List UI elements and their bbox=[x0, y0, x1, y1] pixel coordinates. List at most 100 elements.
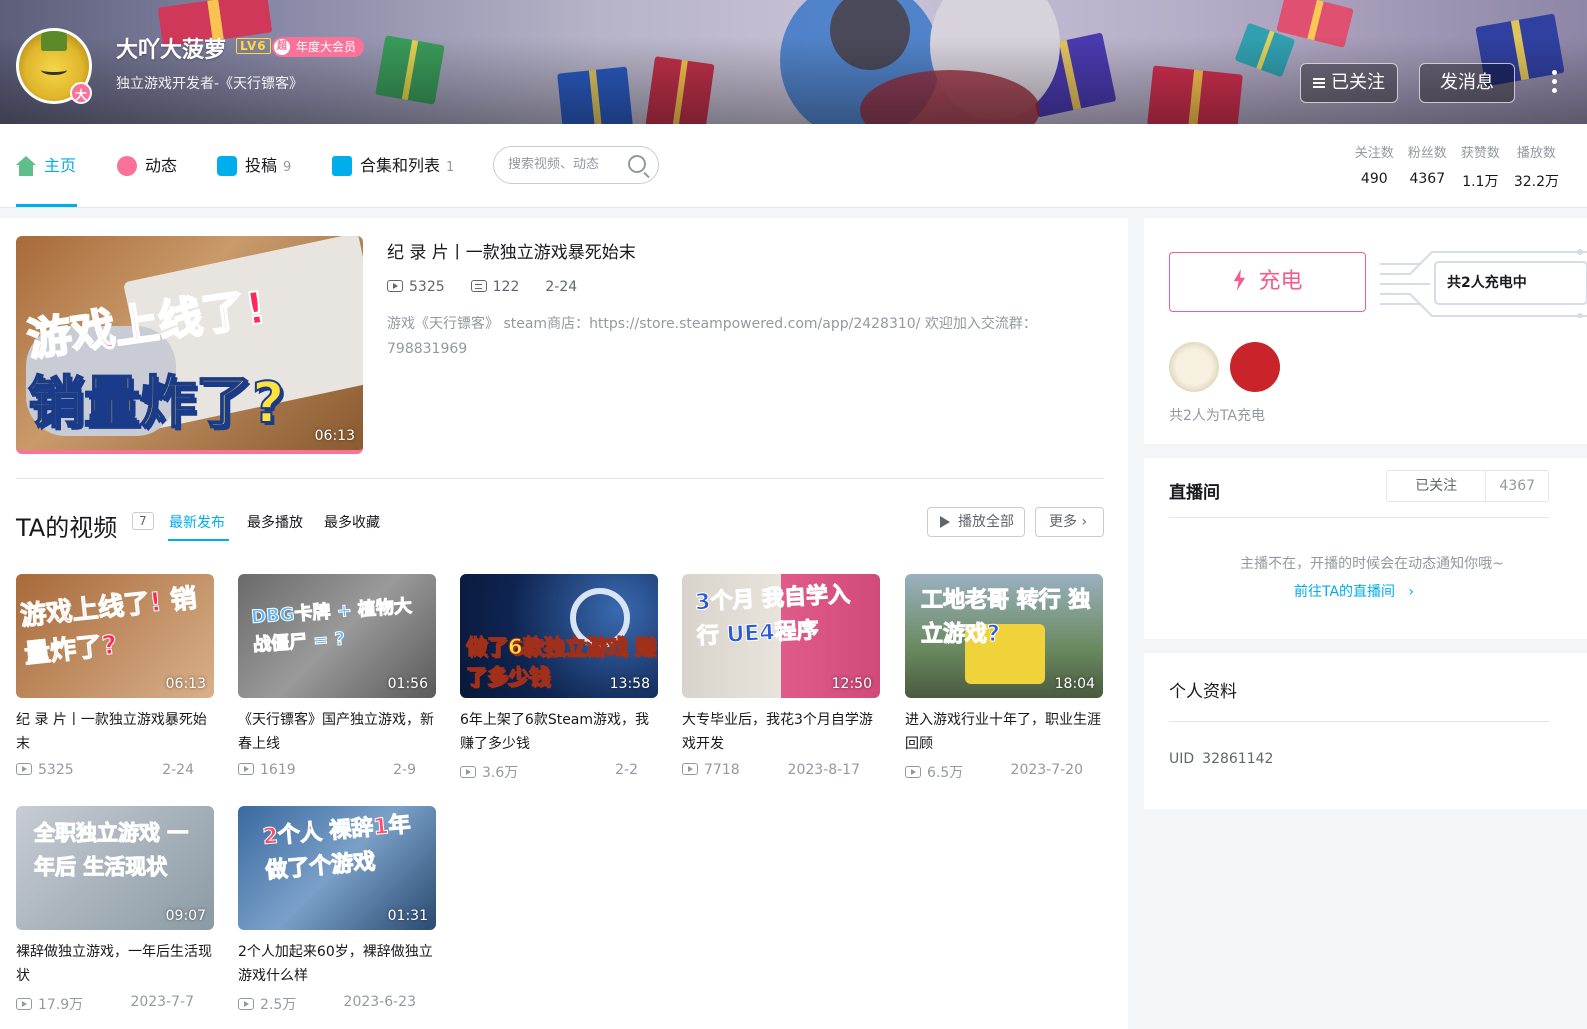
videos-section-title: TA的视频 bbox=[16, 514, 118, 542]
tab-uploads[interactable]: 投稿 9 bbox=[217, 154, 291, 178]
search-box[interactable] bbox=[493, 146, 659, 184]
sort-latest[interactable]: 最新发布 bbox=[169, 512, 225, 532]
video-card[interactable]: 3个月 我自学入行 UE4程序 12:50 大专毕业后，我花3个月自学游戏开发 … bbox=[682, 574, 880, 782]
charge-button[interactable]: 充电 bbox=[1169, 252, 1366, 312]
danmaku-count: 122 bbox=[492, 279, 520, 295]
video-card[interactable]: 2个人 裸辞1年 做了个游戏 01:31 2个人加起来60岁，裸辞做独立游戏什么… bbox=[238, 806, 436, 1014]
avatar[interactable]: 大 bbox=[16, 28, 92, 104]
play-count: 17.9万 bbox=[38, 997, 84, 1013]
video-meta: 17.9万 2023-7-7 bbox=[16, 994, 214, 1014]
username[interactable]: 大吖大菠萝 bbox=[116, 32, 226, 64]
tab-dynamic[interactable]: 动态 bbox=[117, 154, 177, 178]
play-count-icon bbox=[905, 766, 921, 778]
video-meta: 7718 2023-8-17 bbox=[682, 762, 880, 782]
video-title[interactable]: 2个人加起来60岁，裸辞做独立游戏什么样 bbox=[238, 940, 436, 988]
top-video-cover[interactable]: 游戏上线了! 销量炸了? 06:13 bbox=[16, 236, 363, 454]
tab-collections-label: 合集和列表 bbox=[360, 156, 441, 175]
video-title[interactable]: 进入游戏行业十年了，职业生涯回顾 bbox=[905, 708, 1103, 756]
video-meta: 6.5万 2023-7-20 bbox=[905, 762, 1103, 782]
charging-count-suffix: 人充电中 bbox=[1470, 275, 1527, 291]
tv-icon bbox=[217, 156, 237, 176]
more-button-label: 更多 bbox=[1049, 514, 1077, 530]
video-duration: 09:07 bbox=[165, 908, 206, 924]
stat-following[interactable]: 关注数 490 bbox=[1355, 142, 1394, 191]
charge-panel: 充电 共2人充电中 共2人为TA充电 bbox=[1144, 218, 1587, 444]
stat-label: 粉丝数 bbox=[1407, 146, 1447, 161]
video-card[interactable]: 游戏上线了! 销量炸了? 06:13 纪 录 片丨一款独立游戏暴死始末 5325… bbox=[16, 574, 214, 782]
video-cover[interactable]: DBG卡牌 + 植物大战僵尸 = ? 01:56 bbox=[238, 574, 436, 698]
publish-date: 2-24 bbox=[162, 762, 194, 778]
sort-most-favorited[interactable]: 最多收藏 bbox=[324, 512, 380, 532]
stat-value: 1.1万 bbox=[1462, 174, 1499, 190]
video-cover[interactable]: 工地老哥 转行 独立游戏? 18:04 bbox=[905, 574, 1103, 698]
stat-label: 播放数 bbox=[1516, 146, 1556, 161]
play-count: 5325 bbox=[409, 279, 445, 295]
video-card[interactable]: 工地老哥 转行 独立游戏? 18:04 进入游戏行业十年了，职业生涯回顾 6.5… bbox=[905, 574, 1103, 782]
video-title[interactable]: 纪 录 片丨一款独立游戏暴死始末 bbox=[16, 708, 214, 756]
video-title[interactable]: 裸辞做独立游戏，一年后生活现状 bbox=[16, 940, 214, 988]
play-count-icon bbox=[16, 763, 32, 775]
more-button[interactable]: 更多 › bbox=[1035, 507, 1104, 537]
live-room-title: 直播间 bbox=[1169, 483, 1220, 503]
search-input[interactable] bbox=[508, 157, 628, 172]
live-fans-count: 4367 bbox=[1499, 478, 1536, 494]
videos-count: 7 bbox=[132, 512, 154, 530]
video-title[interactable]: 6年上架了6款Steam游戏，我赚了多少钱 bbox=[460, 708, 658, 756]
cover-text: 工地老哥 转行 独立游戏? bbox=[921, 588, 1091, 648]
video-cover[interactable]: 3个月 我自学入行 UE4程序 12:50 bbox=[682, 574, 880, 698]
active-tab-indicator bbox=[16, 204, 77, 207]
uid-value[interactable]: 32861142 bbox=[1202, 751, 1273, 767]
go-live-room-label: 前往TA的直播间 bbox=[1294, 584, 1396, 600]
video-cover[interactable]: 2个人 裸辞1年 做了个游戏 01:31 bbox=[238, 806, 436, 930]
tab-dynamic-label: 动态 bbox=[145, 156, 178, 175]
stat-fans[interactable]: 粉丝数 4367 bbox=[1408, 142, 1447, 191]
tab-home[interactable]: 主页 bbox=[16, 154, 76, 178]
live-follow-label: 已关注 bbox=[1387, 471, 1487, 501]
video-duration: 06:13 bbox=[165, 676, 206, 692]
charging-count-number: 2 bbox=[1461, 275, 1471, 291]
stat-likes: 获赞数 1.1万 bbox=[1461, 142, 1500, 191]
search-icon[interactable] bbox=[628, 155, 646, 173]
video-card[interactable]: DBG卡牌 + 植物大战僵尸 = ? 01:56 《天行镖客》国产独立游戏，新春… bbox=[238, 574, 436, 782]
message-button[interactable]: 发消息 bbox=[1419, 63, 1515, 103]
publish-date: 2023-8-17 bbox=[787, 762, 860, 778]
play-all-button[interactable]: 播放全部 bbox=[927, 507, 1025, 537]
video-card[interactable]: 做了6款独立游戏 赚了多少钱 13:58 6年上架了6款Steam游戏，我赚了多… bbox=[460, 574, 658, 782]
video-meta: 1619 2-9 bbox=[238, 762, 436, 782]
video-duration: 01:56 bbox=[387, 676, 428, 692]
cover-text: 3个月 我自学入行 UE4程序 bbox=[694, 582, 851, 650]
sort-most-played[interactable]: 最多播放 bbox=[247, 512, 303, 532]
video-meta: 2.5万 2023-6-23 bbox=[238, 994, 436, 1014]
live-follow-button[interactable]: 已关注 4367 bbox=[1386, 470, 1549, 502]
top-video-title[interactable]: 纪 录 片丨一款独立游戏暴死始末 bbox=[387, 238, 636, 263]
cover-text: 全职独立游戏 一年后 生活现状 bbox=[34, 821, 189, 880]
info-panel: 个人资料 UID 32861142 bbox=[1144, 653, 1587, 809]
divider bbox=[1169, 517, 1549, 518]
tab-collections[interactable]: 合集和列表 1 bbox=[332, 154, 454, 178]
play-count-icon bbox=[682, 763, 698, 775]
main-content: 游戏上线了! 销量炸了? 06:13 纪 录 片丨一款独立游戏暴死始末 5325… bbox=[0, 218, 1128, 1029]
supporter-avatar[interactable] bbox=[1169, 342, 1219, 392]
supporters-text[interactable]: 共2人为TA充电 bbox=[1169, 405, 1265, 425]
dynamic-icon bbox=[117, 156, 137, 176]
play-count: 6.5万 bbox=[927, 765, 964, 781]
go-live-room-link[interactable]: 前往TA的直播间 › bbox=[1294, 581, 1414, 601]
follow-button[interactable]: 已关注 bbox=[1300, 63, 1398, 103]
video-title[interactable]: 《天行镖客》国产独立游戏，新春上线 bbox=[238, 708, 436, 756]
charging-count: 共2人充电中 bbox=[1447, 272, 1527, 292]
video-card[interactable]: 全职独立游戏 一年后 生活现状 09:07 裸辞做独立游戏，一年后生活现状 17… bbox=[16, 806, 214, 1014]
chevron-right-icon: › bbox=[1081, 514, 1088, 530]
publish-date: 2023-7-20 bbox=[1010, 762, 1083, 778]
level-badge[interactable]: LV6 bbox=[236, 38, 271, 54]
vip-badge[interactable]: 超 年度大会员 bbox=[272, 37, 365, 57]
play-count-icon bbox=[238, 763, 254, 775]
video-cover[interactable]: 全职独立游戏 一年后 生活现状 09:07 bbox=[16, 806, 214, 930]
danmaku-icon bbox=[470, 280, 487, 292]
video-cover[interactable]: 做了6款独立游戏 赚了多少钱 13:58 bbox=[460, 574, 658, 698]
play-count: 3.6万 bbox=[482, 765, 519, 781]
user-stats: 关注数 490 粉丝数 4367 获赞数 1.1万 播放数 32.2万 bbox=[1355, 142, 1559, 191]
supporter-avatar[interactable] bbox=[1230, 342, 1280, 392]
video-cover[interactable]: 游戏上线了! 销量炸了? 06:13 bbox=[16, 574, 214, 698]
more-options-icon[interactable] bbox=[1552, 70, 1558, 96]
video-title[interactable]: 大专毕业后，我花3个月自学游戏开发 bbox=[682, 708, 880, 756]
